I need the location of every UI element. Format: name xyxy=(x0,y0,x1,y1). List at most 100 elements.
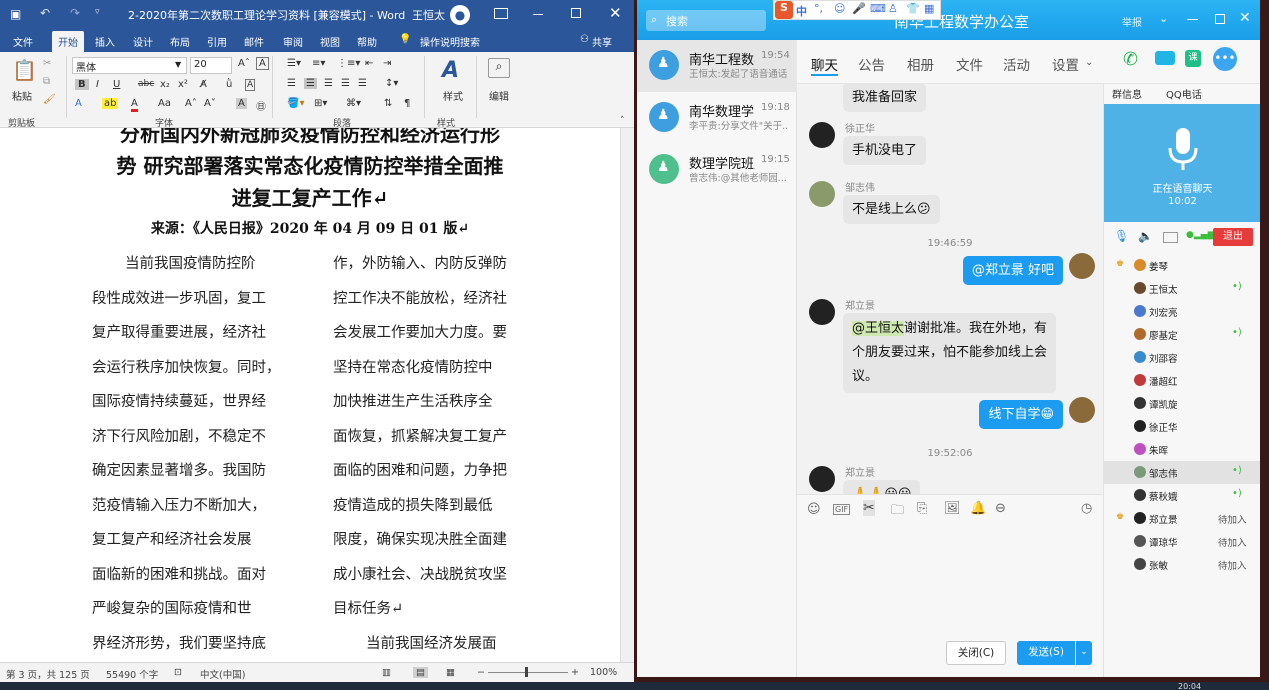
message-bubble[interactable]: 我准备回家 xyxy=(843,84,927,112)
emoji-icon[interactable]: ☺ xyxy=(834,2,845,15)
save-icon[interactable]: ▣ xyxy=(10,7,21,21)
find-icon[interactable]: ⌕ xyxy=(488,58,510,78)
char-border-icon[interactable]: A xyxy=(256,57,269,70)
phone-call-icon[interactable]: ✆ xyxy=(1123,49,1138,70)
tab-help[interactable]: 帮助 xyxy=(357,34,377,49)
punct-icon[interactable]: °, xyxy=(814,2,823,15)
read-mode-icon[interactable]: ▥ xyxy=(382,667,391,678)
tab-notice[interactable]: 公告 xyxy=(858,54,885,74)
close-icon[interactable]: ✕ xyxy=(1239,10,1251,26)
distributed-icon[interactable]: ☰ xyxy=(358,78,367,89)
share-button[interactable]: 共享 xyxy=(592,34,612,49)
conversation-item[interactable]: ♟南华工程数学办公室19:54王恒太:发起了语音通话 xyxy=(637,40,797,92)
zoom-slider[interactable] xyxy=(488,672,568,673)
show-marks-icon[interactable]: ¶ xyxy=(404,98,410,109)
vertical-scrollbar[interactable] xyxy=(620,128,634,662)
member-item[interactable]: 徐正华 xyxy=(1104,415,1260,438)
phonetic-icon[interactable]: ǜ xyxy=(226,79,232,90)
chevron-down-icon[interactable]: ⌄ xyxy=(1085,57,1093,68)
gif-icon[interactable]: GIF xyxy=(833,504,851,515)
member-item[interactable]: 廖基定 •) xyxy=(1104,323,1260,346)
tab-files[interactable]: 文件 xyxy=(956,54,983,74)
sender-avatar[interactable] xyxy=(809,181,835,207)
chinese-layout-icon[interactable]: ⌘▾ xyxy=(346,98,361,109)
member-item[interactable]: 王恒太 •) xyxy=(1104,277,1260,300)
tab-album[interactable]: 相册 xyxy=(907,54,934,74)
paste-icon[interactable]: 📋 xyxy=(12,58,37,82)
classroom-icon[interactable]: 课 xyxy=(1185,50,1201,67)
search-input[interactable]: 搜索 xyxy=(646,10,766,31)
emoji-icon[interactable]: ☺ xyxy=(807,502,821,517)
redo-icon[interactable]: ↷ xyxy=(70,6,80,20)
image-icon[interactable]: 🖼 xyxy=(944,501,961,516)
align-center-icon[interactable]: ☰ xyxy=(304,78,317,89)
format-painter-icon[interactable]: 🖌 xyxy=(43,94,56,105)
toolbox-icon[interactable]: ▦ xyxy=(924,2,934,15)
zoom-in-icon[interactable]: + xyxy=(571,667,579,678)
doc-icon[interactable]: ⎘ xyxy=(917,501,927,516)
tab-chat[interactable]: 聊天 xyxy=(811,54,838,74)
underline-button[interactable]: U xyxy=(113,79,120,90)
shrink-font-icon[interactable]: A˅ xyxy=(204,98,216,109)
tab-design[interactable]: 设计 xyxy=(133,34,153,49)
mic-toggle-icon[interactable]: 🎙 xyxy=(1114,229,1129,243)
taskbar-clock[interactable]: 20:04 xyxy=(1178,682,1201,690)
member-item[interactable]: ♚ 郑立景 待加入 xyxy=(1104,507,1260,530)
zoom-thumb[interactable] xyxy=(525,667,528,677)
tab-references[interactable]: 引用 xyxy=(207,34,227,49)
bold-button[interactable]: B xyxy=(75,79,89,90)
grow-font-icon[interactable]: A˄ xyxy=(185,98,197,109)
tell-me-search[interactable]: 操作说明搜索 xyxy=(420,34,480,49)
ime-toolbar[interactable]: S 中 °, ☺ 🎤 ⌨ ♙ 👕 ▦ xyxy=(773,0,941,20)
subscript-button[interactable]: x₂ xyxy=(160,79,170,90)
my-message-bubble[interactable]: 线下自学😁 xyxy=(979,400,1063,429)
folder-icon[interactable]: 🗀 xyxy=(891,501,904,523)
bell-icon[interactable]: 🔔 xyxy=(970,501,986,516)
document-page[interactable]: 分析国内外新冠肺炎疫情防控和经济运行形 势 研究部署落实常态化疫情防控举措全面推… xyxy=(0,128,620,662)
superscript-button[interactable]: x² xyxy=(178,79,188,90)
font-name-combo[interactable]: 黑体 xyxy=(72,57,187,74)
font-grow-icon[interactable]: Aˆ xyxy=(238,58,250,69)
char-shading-icon[interactable]: A xyxy=(236,98,247,109)
numbering-icon[interactable]: ≡▾ xyxy=(312,58,325,69)
italic-button[interactable]: I xyxy=(96,79,99,90)
more-tools-icon[interactable]: ⊖ xyxy=(995,501,1006,516)
copy-icon[interactable]: ⧉ xyxy=(43,76,50,87)
clear-format-icon[interactable]: A̸ xyxy=(200,79,207,90)
tab-qq-call[interactable]: QQ电话 xyxy=(1166,86,1202,101)
styles-icon[interactable]: A xyxy=(442,58,459,83)
member-item[interactable]: 潘超红 xyxy=(1104,369,1260,392)
editing-button[interactable]: 编辑 xyxy=(489,88,509,103)
shading-icon[interactable]: 🪣▾ xyxy=(287,98,304,109)
my-message-bubble[interactable]: @郑立景 好吧 xyxy=(962,256,1063,285)
print-layout-icon[interactable]: ▤ xyxy=(413,667,428,678)
member-item[interactable]: 刘宏亮 xyxy=(1104,300,1260,323)
message-input[interactable]: 关闭(C) 发送(S) ⌄ xyxy=(797,524,1103,677)
word-count[interactable]: 55490 个字 xyxy=(106,667,158,681)
enclose-char-icon[interactable]: A xyxy=(245,79,256,91)
paste-button[interactable]: 粘贴 xyxy=(12,88,32,103)
tab-group-info[interactable]: 群信息 xyxy=(1112,86,1142,101)
sender-avatar[interactable] xyxy=(809,122,835,148)
member-item[interactable]: 朱晖 xyxy=(1104,438,1260,461)
sort-icon[interactable]: ⇅ xyxy=(384,98,392,109)
change-case-icon[interactable]: Aa xyxy=(158,98,171,109)
message-bubble[interactable]: 不是线上么😕 xyxy=(843,195,940,224)
minimize-icon[interactable] xyxy=(533,14,543,15)
member-item[interactable]: 谭琼华 待加入 xyxy=(1104,530,1260,553)
tab-layout[interactable]: 布局 xyxy=(170,34,190,49)
keyboard-icon[interactable]: ⌨ xyxy=(870,2,886,15)
chat-messages[interactable]: 我准备回家 徐正华 手机没电了 邹志伟 不是线上么😕 19:46:59 @郑立景 好吧 郑立景… xyxy=(797,84,1103,494)
font-size-combo[interactable]: 20 xyxy=(190,57,232,74)
skin-icon[interactable]: 👕 xyxy=(906,2,920,15)
zoom-out-icon[interactable]: − xyxy=(477,667,485,678)
message-bubble[interactable]: 🙏🙏😀😀 xyxy=(843,480,921,494)
styles-button[interactable]: 样式 xyxy=(443,88,463,103)
align-right-icon[interactable]: ☰ xyxy=(324,78,333,89)
ime-mode[interactable]: 中 xyxy=(796,3,807,19)
font-color-icon[interactable]: A xyxy=(131,98,138,112)
sender-avatar[interactable] xyxy=(809,299,835,325)
message-bubble[interactable]: @王恒太谢谢批准。我在外地，有 个朋友要过来，怕不能参加线上会 议。 xyxy=(843,313,1057,393)
justify-icon[interactable]: ☰ xyxy=(341,78,350,89)
maximize-icon[interactable] xyxy=(1215,14,1225,24)
